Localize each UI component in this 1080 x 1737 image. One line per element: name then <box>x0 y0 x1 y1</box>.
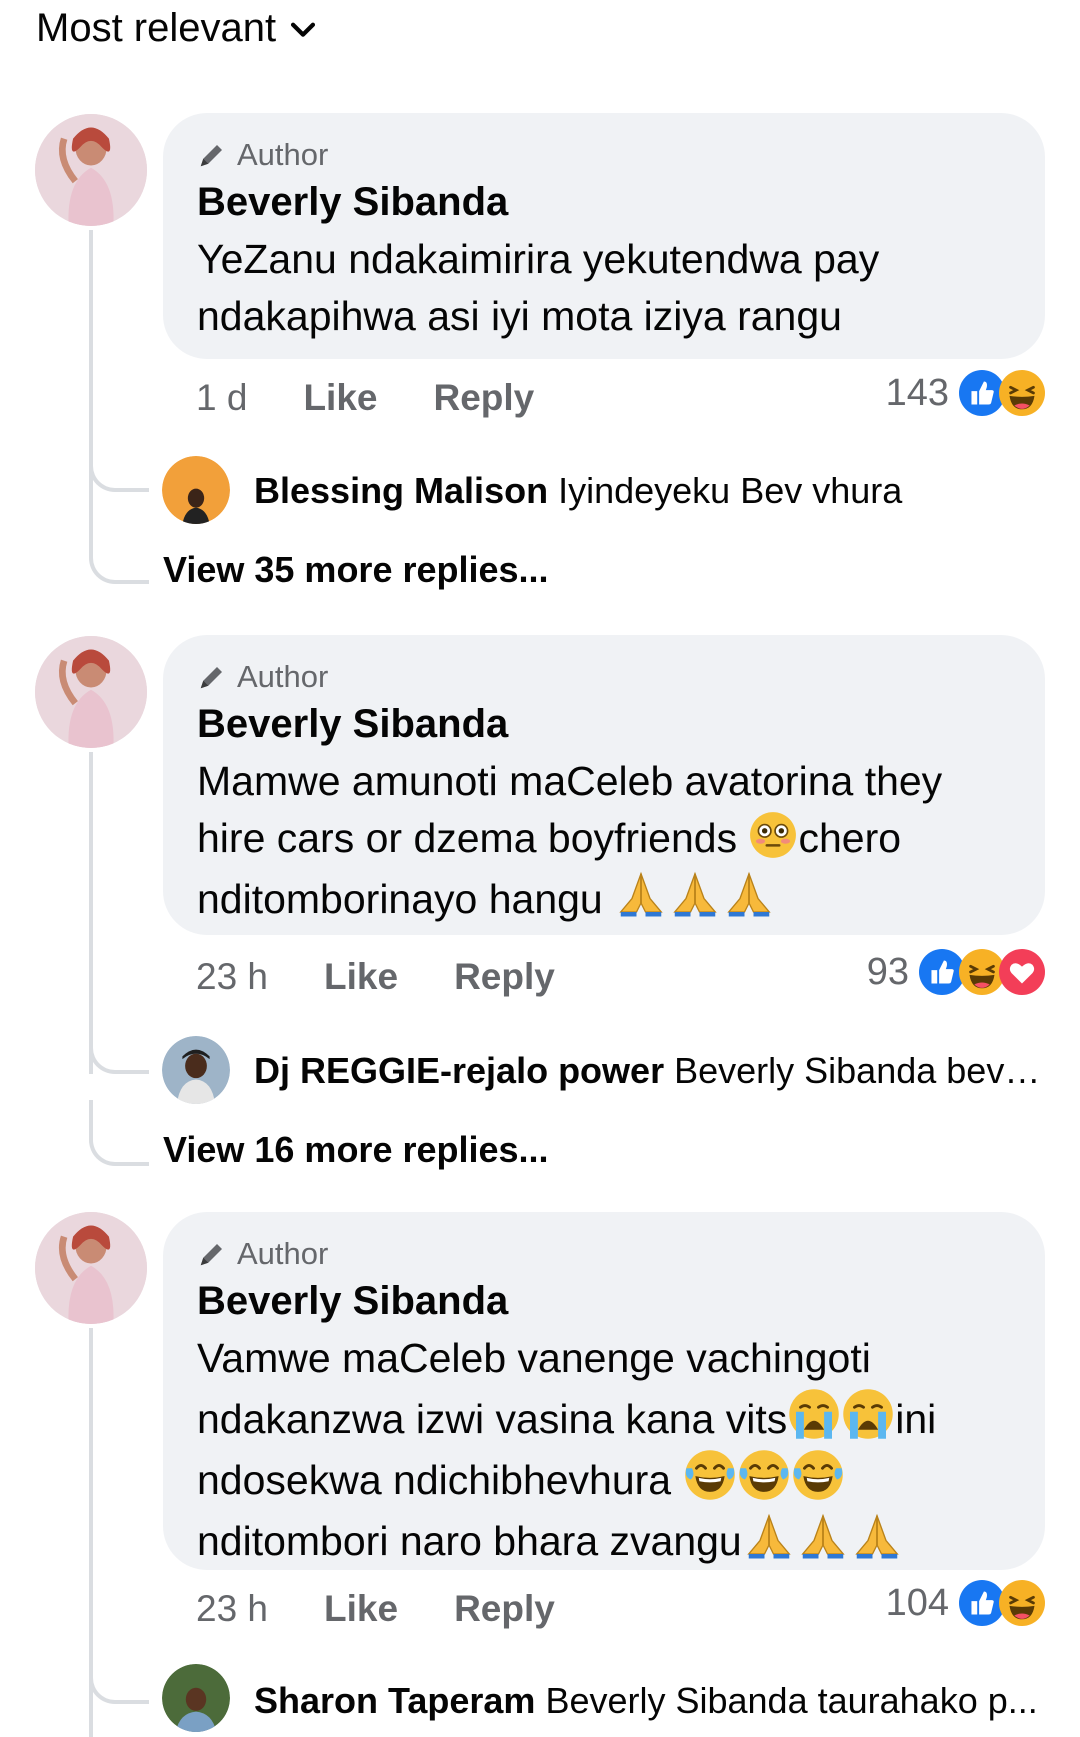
reply-text: Beverly Sibanda bev ... <box>674 1050 1044 1091</box>
comment-bubble[interactable]: Author Beverly Sibanda Mamwe amunoti maC… <box>163 635 1045 935</box>
author-label: Author <box>237 1236 329 1271</box>
reply-button[interactable]: Reply <box>433 377 534 419</box>
comment-text-line: ndakanzwa izwi vasina kana vits <box>197 1396 788 1442</box>
pray-emoji <box>673 872 717 918</box>
reply-preview[interactable]: Sharon Taperam Beverly Sibanda taurahako… <box>254 1680 1044 1722</box>
tears-of-joy-emoji <box>683 1448 736 1502</box>
comment-text: YeZanu ndakaimirira yekutendwa pay ndaka… <box>197 236 880 339</box>
reply-button[interactable]: Reply <box>454 1588 555 1630</box>
avatar[interactable] <box>162 1664 230 1732</box>
pray-emoji <box>727 872 771 918</box>
crying-face-emoji <box>842 1387 895 1441</box>
sort-dropdown[interactable]: Most relevant <box>36 6 320 51</box>
author-label: Author <box>237 659 329 694</box>
comment-actions: 1 d Like Reply <box>196 377 590 419</box>
avatar[interactable] <box>162 1036 230 1104</box>
comment-actions: 23 h Like Reply <box>196 1588 611 1630</box>
author-badge: Author <box>197 657 1015 697</box>
pencil-icon <box>200 667 222 689</box>
comment-text-line: nditomborinayo hangu <box>197 876 615 922</box>
reaction-count: 104 <box>885 1581 949 1624</box>
comment-text-line: ndosekwa ndichibhevhura <box>197 1457 683 1503</box>
reaction-summary[interactable]: 143 <box>886 370 1045 416</box>
comment-text-line: Vamwe maCeleb vanenge vachingoti <box>197 1335 871 1381</box>
pray-emoji <box>619 872 663 918</box>
comment-time[interactable]: 23 h <box>196 1588 268 1630</box>
pray-emoji <box>747 1514 791 1560</box>
reaction-count: 93 <box>866 950 909 993</box>
reaction-summary[interactable]: 104 <box>886 1580 1045 1626</box>
author-label: Author <box>237 137 329 172</box>
haha-reaction-icon <box>999 370 1045 416</box>
reply-button[interactable]: Reply <box>454 956 555 998</box>
thread-connector <box>89 1100 149 1166</box>
crying-face-emoji <box>788 1387 841 1441</box>
pencil-icon <box>200 1244 222 1266</box>
avatar[interactable] <box>35 1212 147 1324</box>
reply-preview[interactable]: Dj REGGIE-rejalo power Beverly Sibanda b… <box>254 1050 1044 1092</box>
comment-text-line: chero <box>798 815 902 861</box>
thread-connector <box>89 1630 149 1704</box>
reply-text: Iyindeyeku Bev vhura <box>558 470 903 511</box>
comment-text-line: ini <box>895 1396 937 1442</box>
pencil-icon <box>200 145 222 167</box>
comment-bubble[interactable]: Author Beverly Sibanda Vamwe maCeleb van… <box>163 1212 1045 1570</box>
view-more-replies[interactable]: View 16 more replies... <box>163 1129 549 1171</box>
comment-text: Mamwe amunoti maCeleb avatorina they hir… <box>197 753 1015 928</box>
avatar[interactable] <box>35 636 147 748</box>
comment-text: Vamwe maCeleb vanenge vachingoti ndakanz… <box>197 1330 1015 1570</box>
sort-label: Most relevant <box>36 6 277 50</box>
reply-text: Beverly Sibanda taurahako p... <box>545 1680 1038 1721</box>
comment-actions: 23 h Like Reply <box>196 956 611 998</box>
commenter-name[interactable]: Beverly Sibanda <box>197 1276 1015 1326</box>
commenter-name[interactable]: Beverly Sibanda <box>197 177 1015 227</box>
reaction-summary[interactable]: 93 <box>867 949 1045 995</box>
thread-line <box>89 230 93 552</box>
reply-author[interactable]: Sharon Taperam <box>254 1680 535 1721</box>
reply-author[interactable]: Blessing Malison <box>254 470 548 511</box>
reply-author[interactable]: Dj REGGIE-rejalo power <box>254 1050 664 1091</box>
avatar[interactable] <box>162 456 230 524</box>
comment-time[interactable]: 1 d <box>196 377 247 419</box>
thread-connector <box>89 520 149 584</box>
tears-of-joy-emoji <box>737 1448 790 1502</box>
comment-bubble[interactable]: Author Beverly Sibanda YeZanu ndakaimiri… <box>163 113 1045 359</box>
view-more-replies[interactable]: View 35 more replies... <box>163 549 549 591</box>
like-button[interactable]: Like <box>324 956 398 998</box>
comment-time[interactable]: 23 h <box>196 956 268 998</box>
comment-text-line: hire cars or dzema boyfriends <box>197 815 749 861</box>
love-reaction-icon <box>999 949 1045 995</box>
author-badge: Author <box>197 135 1015 175</box>
tears-of-joy-emoji <box>791 1448 844 1502</box>
like-button[interactable]: Like <box>303 377 377 419</box>
chevron-down-icon <box>291 22 316 37</box>
flushed-face-emoji <box>749 810 798 860</box>
comment-text-line: Mamwe amunoti maCeleb avatorina they <box>197 758 943 804</box>
reaction-count: 143 <box>885 371 949 414</box>
thread-connector <box>89 420 149 492</box>
pray-emoji <box>855 1514 899 1560</box>
pray-emoji <box>801 1514 845 1560</box>
reply-preview[interactable]: Blessing Malison Iyindeyeku Bev vhura <box>254 470 1044 512</box>
comment-text-line: nditombori naro bhara zvangu <box>197 1518 742 1564</box>
author-badge: Author <box>197 1234 1015 1274</box>
thread-connector <box>89 1000 149 1074</box>
commenter-name[interactable]: Beverly Sibanda <box>197 699 1015 749</box>
like-button[interactable]: Like <box>324 1588 398 1630</box>
haha-reaction-icon <box>999 1580 1045 1626</box>
avatar[interactable] <box>35 114 147 226</box>
